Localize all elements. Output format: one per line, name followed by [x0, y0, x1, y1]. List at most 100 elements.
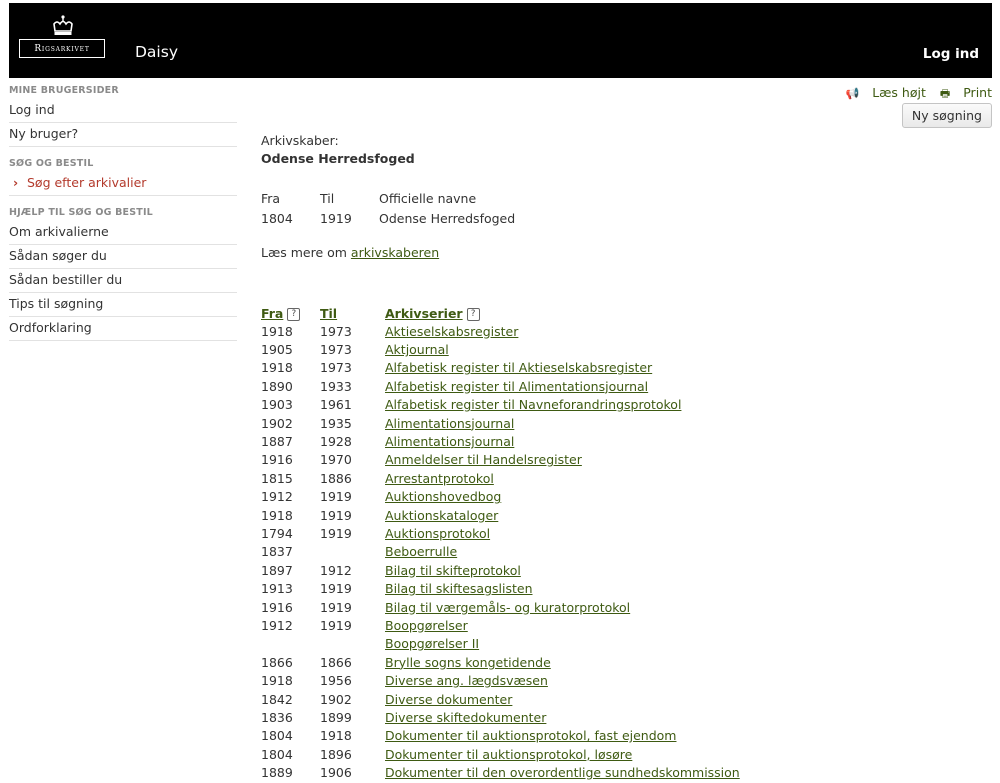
table-row: 1916 1919 Bilag til værgemåls- og kuratorp…: [261, 598, 740, 616]
series-link[interactable]: Auktionshovedbog: [385, 488, 740, 506]
table-row: 1866 1866 Brylle sogns kongetidende: [261, 653, 740, 671]
series-link[interactable]: Bilag til skiftesagslisten: [385, 579, 740, 597]
series-link[interactable]: Bilag til værgemåls- og kuratorprotokol: [385, 598, 740, 616]
sidebar-item-new-user[interactable]: Ny bruger?: [9, 123, 237, 147]
series-link[interactable]: Dokumenter til auktionsprotokol, fast ej…: [385, 727, 740, 745]
series-link[interactable]: Dokumenter til den overordentlige sundhe…: [385, 763, 740, 781]
sidebar-item-search-tips[interactable]: Tips til søgning: [9, 293, 237, 317]
sort-from-header[interactable]: Fra?: [261, 304, 320, 322]
series-header-row: Fra? Til Arkivserier?: [261, 304, 740, 322]
series-to: 1919: [320, 617, 352, 633]
series-link[interactable]: Anmeldelser til Handelsregister: [385, 451, 740, 469]
series-link[interactable]: Bilag til skifteprotokol: [385, 561, 740, 579]
rigsarkivet-logo[interactable]: Rigsarkivet: [19, 39, 105, 58]
new-search-button[interactable]: Ny søgning: [901, 103, 992, 128]
series-body: 1918 1973 Aktieselskabsregister 1905 1973 Akt…: [261, 322, 740, 782]
read-aloud-button[interactable]: 📢 Læs højt: [845, 85, 925, 100]
table-row: 1918 1919 Auktionskataloger: [261, 506, 740, 524]
help-icon[interactable]: ?: [466, 307, 480, 321]
series-link[interactable]: Dokumenter til auktionsprotokol, løsøre: [385, 745, 740, 763]
sidebar-item-login[interactable]: Log ind: [9, 99, 237, 123]
chevron-right-icon: ›: [13, 175, 19, 190]
series-to: [320, 543, 385, 561]
series-link[interactable]: Alfabetisk register til Navneforandrings…: [385, 396, 740, 414]
table-row: 1903 1961 Alfabetisk register til Navnefor…: [261, 396, 740, 414]
series-link[interactable]: Alfabetisk register til Alimentationsjou…: [385, 377, 740, 395]
series-to: 1919: [320, 489, 352, 505]
series-link[interactable]: Aktjournal: [385, 340, 740, 358]
series-link[interactable]: Aktieselskabsregister: [385, 322, 740, 340]
sidebar: MINE BRUGERSIDER Log ind Ny bruger? SØG …: [9, 84, 237, 341]
sidebar-section-my-pages: MINE BRUGERSIDER: [9, 85, 119, 96]
header-login-link[interactable]: Log ind: [923, 46, 979, 62]
series-to: 1973: [320, 360, 352, 376]
series-to: 1912: [320, 562, 352, 578]
series-link[interactable]: Diverse skiftedokumenter: [385, 708, 740, 726]
sidebar-item-search-archives[interactable]: › Søg efter arkivalier: [9, 172, 237, 196]
series-to: 1886: [320, 470, 352, 486]
table-row: 1887 1928 Alimentationsjournal: [261, 432, 740, 450]
series-from: 1842: [261, 691, 293, 707]
archive-series-table: Fra? Til Arkivserier? 1918 1973 Aktieselsk…: [261, 304, 740, 782]
table-row: 1913 1919 Bilag til skiftesagslisten: [261, 579, 740, 597]
table-row: 1918 1956 Diverse ang. lægdsvæsen: [261, 671, 740, 689]
series-from: 1912: [261, 489, 293, 505]
official-from: 1804: [261, 210, 293, 226]
table-row: 1897 1912 Bilag til skifteprotokol: [261, 561, 740, 579]
sort-series-header[interactable]: Arkivserier?: [385, 304, 740, 322]
series-to: 1919: [320, 525, 352, 541]
series-from: 1815: [261, 470, 293, 486]
series-link[interactable]: Alfabetisk register til Aktieselskabsreg…: [385, 359, 740, 377]
series-link[interactable]: Alimentationsjournal: [385, 414, 740, 432]
series-link[interactable]: Boopgørelser II: [385, 635, 740, 653]
table-row: 1918 1973 Aktieselskabsregister: [261, 322, 740, 340]
series-link[interactable]: Brylle sogns kongetidende: [385, 653, 740, 671]
table-row: 1889 1906 Dokumenter til den overordentlig…: [261, 763, 740, 781]
table-row: 1837 Beboerrulle: [261, 543, 740, 561]
site-header: Rigsarkivet Daisy Log ind: [9, 3, 992, 78]
table-row: 1902 1935 Alimentationsjournal: [261, 414, 740, 432]
help-icon[interactable]: ?: [287, 307, 301, 321]
series-link[interactable]: Boopgørelser: [385, 616, 740, 634]
table-row: 1912 1919 Auktionshovedbog: [261, 488, 740, 506]
table-row: 1890 1933 Alfabetisk register til Alimenta…: [261, 377, 740, 395]
sidebar-item-about-archives[interactable]: Om arkivalierne: [9, 221, 237, 245]
print-button[interactable]: 🖶 Print: [940, 85, 992, 100]
official-name: Odense Herredsfoged: [379, 210, 516, 226]
table-row: 1794 1919 Auktionsprotokol: [261, 524, 740, 542]
col-from-header: Fra: [261, 190, 281, 206]
series-to: 1961: [320, 397, 352, 413]
series-link[interactable]: Arrestantprotokol: [385, 469, 740, 487]
series-from: 1804: [261, 728, 293, 744]
series-link[interactable]: Auktionsprotokol: [385, 524, 740, 542]
series-from: 1913: [261, 581, 293, 597]
table-row: 1905 1973 Aktjournal: [261, 340, 740, 358]
series-from: 1916: [261, 452, 293, 468]
sidebar-item-how-to-search[interactable]: Sådan søger du: [9, 245, 237, 269]
creator-link[interactable]: arkivskaberen: [351, 245, 439, 260]
crown-icon: [53, 15, 73, 35]
creator-info: Arkivskaber: Odense Herredsfoged Fra Til…: [261, 133, 961, 260]
sidebar-item-how-to-order[interactable]: Sådan bestiller du: [9, 269, 237, 293]
series-link[interactable]: Beboerrulle: [385, 543, 740, 561]
sidebar-item-glossary[interactable]: Ordforklaring: [9, 317, 237, 341]
series-from: 1837: [261, 544, 293, 560]
official-names-table: Fra Til Officielle navne 1804 1919 Odens…: [261, 188, 515, 228]
series-to: 1928: [320, 434, 352, 450]
table-row: 1916 1970 Anmeldelser til Handelsregister: [261, 451, 740, 469]
official-to: 1919: [320, 210, 352, 226]
series-link[interactable]: Alimentationsjournal: [385, 432, 740, 450]
read-more-text: Læs mere om arkivskaberen: [261, 245, 440, 260]
series-to: 1866: [320, 654, 352, 670]
series-link[interactable]: Diverse dokumenter: [385, 690, 740, 708]
sort-to-header[interactable]: Til: [320, 304, 385, 322]
col-to-header: Til: [320, 190, 335, 206]
table-row: 1804 1896 Dokumenter til auktionsprotokol,…: [261, 745, 740, 763]
series-to: [320, 635, 385, 653]
series-to: 1970: [320, 452, 352, 468]
series-link[interactable]: Diverse ang. lægdsvæsen: [385, 671, 740, 689]
sidebar-section-search-order: SØG OG BESTIL: [9, 158, 94, 169]
series-from: 1905: [261, 342, 293, 358]
series-link[interactable]: Auktionskataloger: [385, 506, 740, 524]
series-to: 1919: [320, 599, 352, 615]
